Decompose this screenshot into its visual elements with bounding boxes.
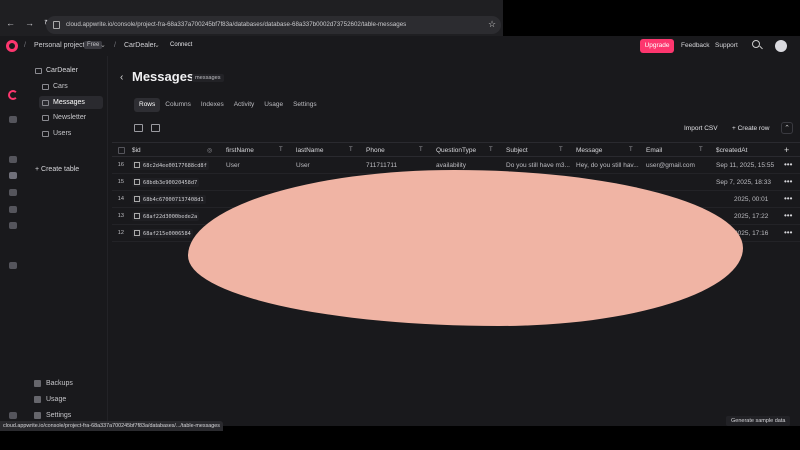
backups-icon [34,380,41,387]
column-header-email[interactable]: Email [646,147,662,154]
column-header-questiontype[interactable]: QuestionType [436,147,476,154]
auth-icon[interactable] [9,156,17,163]
database-name[interactable]: CarDealer [35,67,78,74]
status-bar-url: cloud.appwrite.io/console/project-fra-68… [0,421,223,431]
sidebar-item-usage[interactable]: Usage [34,396,66,403]
tab-activity[interactable]: Activity [229,98,260,112]
tab-bar: Rows Columns Indexes Activity Usage Sett… [134,98,322,112]
top-bar: / Personal projects Free ⌄ / CarDealer ⌄… [0,36,800,56]
chevron-down-icon[interactable]: ⌄ [100,41,106,49]
row-id[interactable]: 68bdb3e90020458d7 [132,178,200,187]
sites-icon[interactable] [9,262,17,269]
forward-icon[interactable]: → [25,18,34,29]
overview-icon[interactable] [9,116,17,123]
table-icon [42,83,49,90]
row-menu-icon[interactable]: ••• [784,194,792,203]
databases-icon[interactable] [9,172,17,179]
column-header-subject[interactable]: Subject [506,147,528,154]
row-menu-icon[interactable]: ••• [784,228,792,237]
text-type-icon: T [279,147,283,153]
site-info-icon[interactable] [53,21,60,29]
chevron-down-icon[interactable]: ⌄ [154,41,160,49]
row-id[interactable]: 68af22d3000bede2a [132,212,200,221]
text-type-icon: T [349,147,353,153]
settings-icon [34,412,41,419]
text-type-icon: T [629,147,633,153]
create-table-button[interactable]: + Create table [35,166,79,173]
grid-toolbar: Import CSV + Create row ⌃ [108,122,800,136]
column-header-message[interactable]: Message [576,147,602,154]
table-icon [42,130,49,137]
row-id[interactable]: 68af215e0006584 [132,229,193,238]
database-sidebar: CarDealer Cars Messages Newsletter Users… [27,56,108,426]
row-menu-icon[interactable]: ••• [784,177,792,186]
grid-header: $id ◎ firstName T lastName T Phone T Que… [112,142,800,157]
search-icon[interactable] [752,40,760,48]
row-id[interactable]: 68c2d4ee00177688cd8f [132,161,209,170]
sidebar-item-backups[interactable]: Backups [34,380,73,387]
back-icon[interactable]: ← [6,18,15,29]
address-bar[interactable]: cloud.appwrite.io/console/project-fra-68… [46,16,501,34]
upgrade-button[interactable]: Upgrade [640,39,674,53]
feedback-link[interactable]: Feedback [681,42,710,49]
visibility-icon[interactable]: ◎ [207,147,212,154]
text-type-icon: T [699,147,703,153]
support-link[interactable]: Support [715,42,738,49]
avatar[interactable] [775,40,787,52]
column-header-phone[interactable]: Phone [366,147,385,154]
storage-icon[interactable] [9,222,17,229]
sidebar-item-users[interactable]: Users [39,127,103,140]
loading-spinner-icon [8,90,18,100]
desktop-background [503,0,800,36]
page-title: Messages [132,69,195,84]
database-selector[interactable]: CarDealer [124,42,156,49]
project-selector[interactable]: Personal projects [34,42,88,49]
generate-sample-data-button[interactable]: Generate sample data [726,416,791,426]
text-type-icon: T [419,147,423,153]
select-all-checkbox[interactable] [118,147,125,154]
table-icon [42,99,49,106]
column-header-firstname[interactable]: firstName [226,147,254,154]
filter-icon[interactable] [151,124,160,132]
import-csv-button[interactable]: Import CSV [684,125,718,132]
chevron-up-icon[interactable]: ⌃ [781,122,793,134]
columns-view-icon[interactable] [134,124,143,132]
database-icon [35,67,42,74]
column-header-id[interactable]: $id [132,147,141,154]
sidebar-item-messages[interactable]: Messages [39,96,103,109]
messaging-icon[interactable] [9,206,17,213]
tab-usage[interactable]: Usage [259,98,288,112]
breadcrumb-separator: / [24,42,26,49]
column-header-createdat[interactable]: $createdAt [716,147,747,154]
tab-settings[interactable]: Settings [288,98,322,112]
browser-toolbar: ← → ↻ cloud.appwrite.io/console/project-… [0,0,503,36]
icon-rail [0,56,27,426]
usage-icon [34,396,41,403]
tab-rows[interactable]: Rows [134,98,161,112]
settings-icon[interactable] [9,412,17,419]
row-menu-icon[interactable]: ••• [784,160,792,169]
text-type-icon: T [489,147,493,153]
create-row-button[interactable]: + Create row [732,125,769,132]
functions-icon[interactable] [9,189,17,196]
row-id[interactable]: 68b4c670007137408d1 [132,195,206,204]
row-menu-icon[interactable]: ••• [784,211,792,220]
bookmark-star-icon[interactable]: ☆ [488,19,496,30]
column-header-lastname[interactable]: lastName [296,147,323,154]
sidebar-item-newsletter[interactable]: Newsletter [39,111,103,124]
sidebar-item-settings[interactable]: Settings [34,412,71,419]
tab-indexes[interactable]: Indexes [196,98,229,112]
tab-columns[interactable]: Columns [160,98,196,112]
connect-button[interactable]: Connect [170,42,192,48]
text-type-icon: T [559,147,563,153]
appwrite-logo-icon[interactable] [6,40,18,52]
sidebar-item-cars[interactable]: Cars [39,80,103,93]
table-id-badge[interactable]: messages [192,74,224,82]
table-icon [42,114,49,121]
redaction-overlay [188,170,743,326]
breadcrumb-separator: / [114,42,116,49]
back-chevron-icon[interactable]: ‹ [120,72,123,83]
add-column-icon[interactable]: + [784,145,789,155]
browser-nav: ← → ↻ [6,18,52,29]
